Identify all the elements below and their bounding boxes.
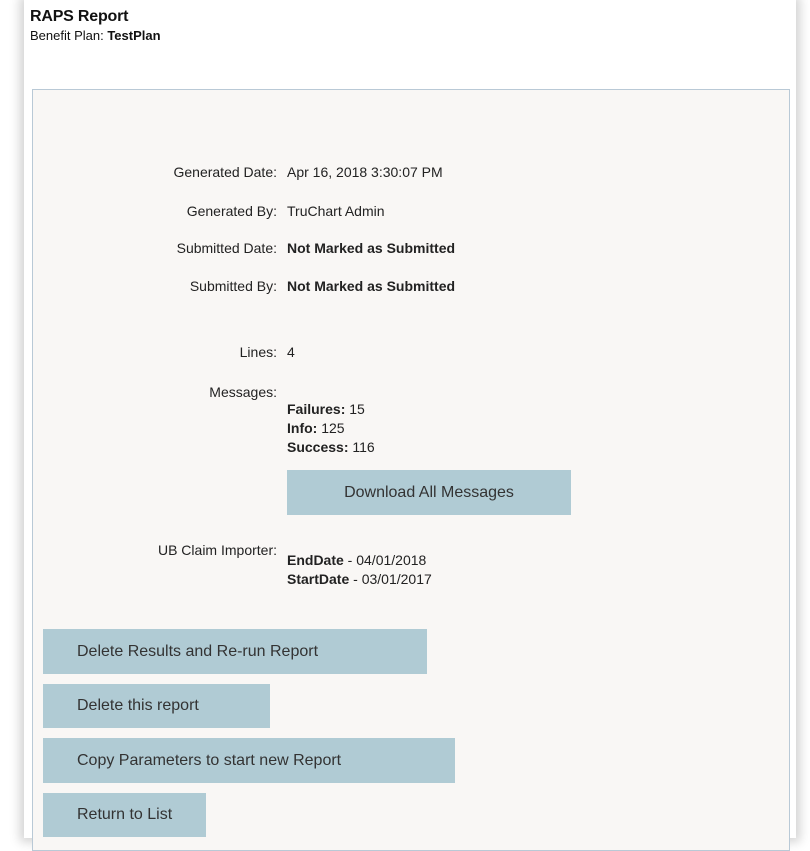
start-date-label: StartDate: [287, 571, 350, 587]
success-label: Success:: [287, 439, 349, 455]
copy-parameters-button[interactable]: Copy Parameters to start new Report: [43, 738, 455, 783]
report-window: RAPS Report Benefit Plan: TestPlan Gener…: [24, 0, 796, 851]
end-date-value: - 04/01/2018: [343, 552, 427, 568]
start-date-value: - 03/01/2017: [349, 571, 432, 587]
return-to-list-button[interactable]: Return to List: [43, 793, 206, 837]
generated-date-label: Generated Date:: [173, 164, 277, 180]
submitted-date-value: Not Marked as Submitted: [287, 240, 456, 256]
generated-date-value: Apr 16, 2018 3:30:07 PM: [287, 164, 443, 180]
benefit-plan-label: Benefit Plan:: [30, 28, 108, 43]
delete-report-button[interactable]: Delete this report: [43, 684, 270, 728]
report-details-panel: Generated Date: Apr 16, 2018 3:30:07 PM …: [32, 89, 790, 851]
messages-summary: Failures: 15 Info: 125 Success: 116: [287, 400, 375, 457]
messages-label: Messages:: [209, 384, 277, 400]
failures-line: Failures: 15: [287, 400, 375, 419]
delete-and-rerun-button[interactable]: Delete Results and Re-run Report: [43, 629, 427, 674]
failures-value: 15: [345, 401, 365, 417]
success-line: Success: 116: [287, 438, 375, 457]
submitted-by-value: Not Marked as Submitted: [287, 278, 456, 294]
info-value: 125: [317, 420, 345, 436]
page-title: RAPS Report: [30, 8, 129, 25]
info-line: Info: 125: [287, 419, 375, 438]
success-value: 116: [348, 439, 375, 455]
start-date-line: StartDate - 03/01/2017: [287, 570, 432, 589]
submitted-date-label: Submitted Date:: [176, 240, 277, 256]
end-date-label: EndDate: [287, 552, 344, 568]
benefit-plan: Benefit Plan: TestPlan: [30, 28, 161, 43]
ub-claim-importer-dates: EndDate - 04/01/2018 StartDate - 03/01/2…: [287, 551, 432, 589]
end-date-line: EndDate - 04/01/2018: [287, 551, 432, 570]
ub-claim-importer-label: UB Claim Importer:: [157, 542, 277, 558]
report-header: RAPS Report Benefit Plan: TestPlan: [30, 8, 161, 43]
submitted-by-label: Submitted By:: [189, 278, 277, 294]
benefit-plan-value: TestPlan: [107, 28, 161, 43]
download-all-messages-button[interactable]: Download All Messages: [287, 470, 571, 515]
failures-label: Failures:: [287, 401, 346, 417]
lines-value: 4: [287, 344, 295, 360]
lines-label: Lines:: [239, 344, 277, 360]
generated-by-value: TruChart Admin: [287, 203, 385, 219]
info-label: Info:: [287, 420, 318, 436]
generated-by-label: Generated By:: [186, 203, 277, 219]
